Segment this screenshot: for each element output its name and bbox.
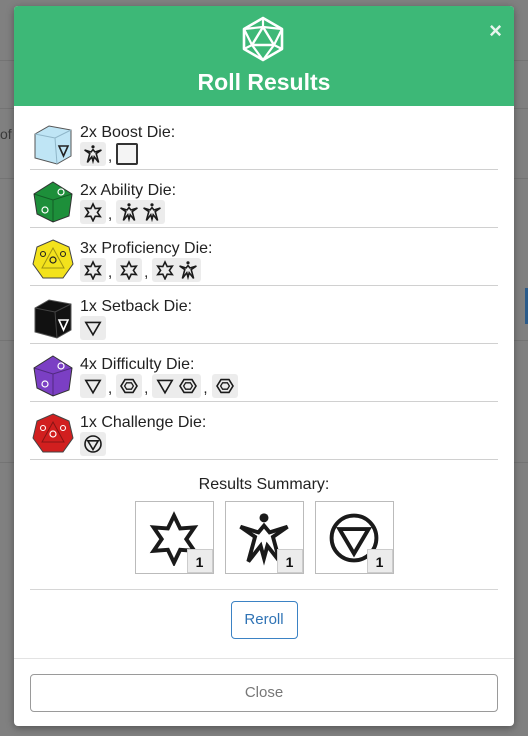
success-icon (156, 260, 175, 280)
result-face (80, 258, 106, 282)
ability-die-icon (33, 181, 73, 223)
advantage-icon (120, 203, 139, 222)
blank-icon (116, 143, 139, 165)
die-row: 1x Challenge Die: (30, 402, 498, 460)
despair-icon (84, 435, 102, 453)
die-label: 3x Proficiency Die: (80, 240, 213, 257)
result-face (80, 374, 106, 398)
failure-icon (156, 379, 174, 395)
proficiency-die-icon (32, 239, 74, 279)
result-separator: , (144, 379, 149, 397)
modal-header: Roll Results × (14, 6, 514, 106)
die-label: 4x Difficulty Die: (80, 356, 195, 373)
summary-box: 1 (224, 501, 304, 574)
threat-icon (120, 378, 139, 394)
die-row: 1x Setback Die: (30, 286, 498, 344)
result-separator: , (108, 263, 113, 281)
roll-results-modal: Roll Results × 2x Boost Die: , 2x Abilit… (14, 6, 514, 726)
result-face (152, 258, 202, 282)
die-results: , (80, 142, 139, 166)
background-text: of (0, 126, 12, 142)
result-face (80, 142, 106, 166)
die-row: 2x Boost Die: , (30, 112, 498, 170)
close-icon[interactable]: × (489, 20, 502, 42)
result-face (80, 316, 106, 340)
modal-title: Roll Results (197, 69, 331, 95)
die-results: , , , (80, 374, 238, 398)
failure-icon (84, 379, 102, 395)
d20-icon (242, 16, 284, 62)
result-face (116, 374, 143, 398)
modal-footer: Close (14, 658, 514, 726)
failure-icon (84, 321, 102, 337)
modal-body: 2x Boost Die: , 2x Ability Die:, 3x Prof… (14, 106, 514, 639)
advantage-icon (143, 203, 162, 222)
result-separator: , (108, 147, 113, 165)
summary-box: 1 (134, 501, 214, 574)
challenge-die-icon (32, 413, 74, 453)
die-results (80, 316, 106, 340)
die-label: 2x Ability Die: (80, 182, 177, 199)
result-face (80, 432, 106, 456)
summary-boxes: 1 1 1 (30, 501, 498, 574)
die-results: ,, (80, 258, 202, 282)
die-label: 2x Boost Die: (80, 124, 176, 141)
die-row: 2x Ability Die:, (30, 170, 498, 228)
advantage-icon (179, 261, 198, 280)
threat-icon (215, 378, 234, 394)
result-separator: , (108, 379, 113, 397)
result-separator: , (203, 379, 208, 397)
results-summary: Results Summary: 1 1 1 (30, 460, 498, 574)
success-icon (120, 260, 139, 280)
advantage-icon (84, 145, 102, 164)
result-face (211, 374, 238, 398)
result-separator: , (144, 263, 149, 281)
result-face (80, 200, 106, 224)
die-row: 3x Proficiency Die:,, (30, 228, 498, 286)
result-face (116, 258, 143, 282)
result-face (116, 200, 166, 224)
die-results (80, 432, 106, 456)
setback-die-icon (34, 299, 72, 339)
summary-box: 1 (314, 501, 394, 574)
close-button[interactable]: Close (30, 674, 498, 712)
boost-die-icon (34, 125, 72, 165)
summary-count: 1 (276, 549, 303, 573)
difficulty-die-icon (33, 355, 73, 397)
die-row: 4x Difficulty Die:, , , (30, 344, 498, 402)
summary-count: 1 (366, 549, 393, 573)
die-label: 1x Setback Die: (80, 298, 193, 315)
die-results: , (80, 200, 166, 224)
success-icon (84, 202, 102, 222)
success-icon (84, 260, 102, 280)
summary-count: 1 (186, 549, 213, 573)
result-face (152, 374, 202, 398)
die-label: 1x Challenge Die: (80, 414, 207, 431)
dice-list: 2x Boost Die: , 2x Ability Die:, 3x Prof… (30, 112, 498, 460)
summary-title: Results Summary: (198, 476, 330, 493)
threat-icon (179, 378, 198, 394)
reroll-button[interactable]: Reroll (230, 601, 298, 639)
result-separator: , (108, 205, 113, 223)
